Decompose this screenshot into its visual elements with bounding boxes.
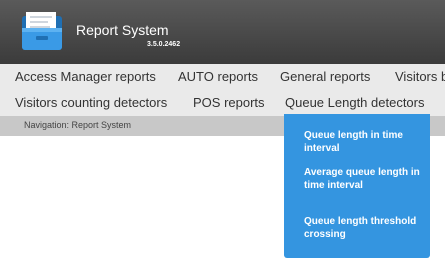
queue-length-dropdown: Queue length in time interval Average qu… — [284, 114, 430, 258]
dropdown-item-average-queue-length[interactable]: Average queue length in time interval — [304, 166, 420, 192]
menu-general-reports[interactable]: General reports — [280, 69, 370, 84]
app-version: 3.5.0.2462 — [147, 41, 181, 48]
menu-access-manager-reports[interactable]: Access Manager reports — [15, 69, 156, 84]
menu-visitors-reports[interactable]: Visitors b — [395, 69, 445, 84]
menu-bar: Access Manager reports AUTO reports Gene… — [0, 64, 445, 116]
dropdown-item-queue-length-in-time-interval[interactable]: Queue length in time interval — [304, 129, 420, 155]
menu-auto-reports[interactable]: AUTO reports — [178, 69, 258, 84]
menu-visitors-counting-detectors[interactable]: Visitors counting detectors — [15, 95, 167, 110]
app-title: Report System — [76, 22, 169, 38]
app-header: Report System 3.5.0.2462 — [0, 0, 445, 64]
menu-pos-reports[interactable]: POS reports — [193, 95, 265, 110]
breadcrumb: Navigation: Report System — [24, 120, 132, 130]
folder-icon — [22, 12, 62, 50]
menu-queue-length-detectors[interactable]: Queue Length detectors — [285, 95, 425, 110]
dropdown-item-queue-length-threshold-crossing[interactable]: Queue length threshold crossing — [304, 215, 420, 241]
